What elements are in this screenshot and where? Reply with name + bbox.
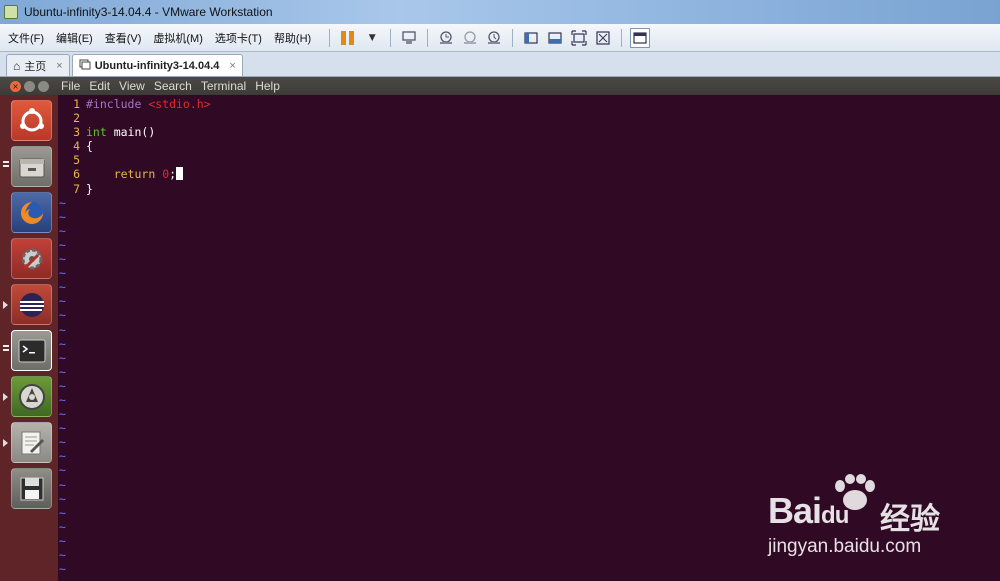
menu-toolbar: 文件(F) 编辑(E) 查看(V) 虚拟机(M) 选项卡(T) 帮助(H) ▼ [0,24,1000,52]
watermark-brand: Baidu [768,490,849,531]
menu-tabs[interactable]: 选项卡(T) [215,30,262,46]
code-line: 1 #include <stdio.h> [73,97,211,111]
vm-icon [79,58,91,73]
code-line: 2 [73,111,80,126]
text-editor-icon[interactable] [11,422,52,463]
vim-tilde-line: ~ [59,449,66,464]
sidebar-icon[interactable] [521,28,541,48]
running-indicator [3,393,8,401]
eclipse-icon[interactable] [11,284,52,325]
thumbnail-bar-icon[interactable] [545,28,565,48]
files-icon[interactable] [11,146,52,187]
code-line: 6 return 0; [58,167,1000,181]
terminal-menu-edit[interactable]: Edit [89,79,110,93]
vim-tilde-line: ~ [59,378,66,393]
window-title: Ubuntu-infinity3-14.04.4 - VMware Workst… [24,5,273,19]
ubuntu-dash-icon[interactable] [11,100,52,141]
code-line: 3 int main() [73,125,156,140]
vim-tilde-line: ~ [59,435,66,450]
vim-tilde-line: ~ [59,322,66,337]
toolbar-separator [329,28,331,47]
vim-tilde-line: ~ [59,195,66,210]
tab-strip: ⌂ 主页 × Ubuntu-infinity3-14.04.4 × [0,52,1000,77]
system-settings-icon[interactable] [11,238,52,279]
vim-tilde-line: ~ [59,294,66,309]
vim-tilde-line: ~ [59,421,66,436]
fullscreen-icon[interactable] [569,28,589,48]
vim-tilde-line: ~ [59,364,66,379]
terminal-menu-help[interactable]: Help [255,79,280,93]
toolbar-separator [427,28,429,47]
tab-ubuntu-vm[interactable]: Ubuntu-infinity3-14.04.4 × [71,54,243,76]
firefox-icon[interactable] [11,192,52,233]
code-line: 5 [73,153,80,168]
terminal-icon[interactable] [11,330,52,371]
window-close-icon[interactable]: × [10,80,21,92]
terminal-menubar: × File Edit View Search Terminal Help [0,77,1000,95]
revert-snapshot-icon[interactable] [460,28,480,48]
menu-view[interactable]: 查看(V) [105,30,142,46]
menu-file[interactable]: 文件(F) [8,30,44,46]
console-view-icon[interactable] [630,27,651,48]
terminal-menu-file[interactable]: File [61,79,80,93]
snapshot-manager-icon[interactable] [484,28,504,48]
text-cursor [176,167,184,181]
tab-home-label: 主页 [24,60,47,73]
menu-help[interactable]: 帮助(H) [274,30,311,46]
tab-home[interactable]: ⌂ 主页 × [6,54,70,76]
tab-ubuntu-vm-label: Ubuntu-infinity3-14.04.4 [94,59,220,72]
watermark-cn: 经验 [880,502,940,537]
window-titlebar: Ubuntu-infinity3-14.04.4 - VMware Workst… [0,0,1000,24]
snapshot-icon[interactable] [436,28,456,48]
toolbar-separator [512,28,514,47]
baidu-watermark: Baidu 经验 jingyan.baidu.com [768,470,988,565]
running-indicator [3,161,9,169]
unity-launcher [0,95,58,581]
software-updater-icon[interactable] [11,376,52,417]
vim-tilde-line: ~ [59,280,66,295]
vmware-app-icon [4,5,18,19]
toolbar-separator [390,28,392,47]
toolbar-separator [621,28,623,47]
window-minimize-icon[interactable] [24,80,35,92]
vim-tilde-line: ~ [59,392,66,407]
save-disk-icon[interactable] [11,468,52,509]
dropdown-icon[interactable]: ▼ [362,28,382,48]
menu-vm[interactable]: 虚拟机(M) [153,30,203,46]
home-icon: ⌂ [13,58,21,73]
vim-tilde-line: ~ [59,266,66,281]
terminal-menu-terminal[interactable]: Terminal [201,79,246,93]
send-ctrl-alt-del-icon[interactable] [399,28,419,48]
running-indicator [3,301,8,309]
vim-tilde-line: ~ [59,350,66,365]
vim-tilde-line: ~ [59,407,66,422]
code-line: 7} [73,181,93,196]
close-icon[interactable]: × [56,60,62,72]
watermark-url: jingyan.baidu.com [768,536,922,557]
menu-edit[interactable]: 编辑(E) [56,30,93,46]
unity-icon[interactable] [593,28,613,48]
vim-tilde-line: ~ [59,336,66,351]
running-indicator [3,345,9,353]
vim-tilde-line: ~ [59,237,66,252]
close-icon[interactable]: × [229,60,235,72]
code-line: 4{ [73,139,93,154]
terminal-menu-view[interactable]: View [119,79,145,93]
vim-tilde-line: ~ [59,209,66,224]
window-maximize-icon[interactable] [38,80,49,92]
vim-tilde-line: ~ [59,223,66,238]
terminal-menu-search[interactable]: Search [154,79,192,93]
running-indicator [3,439,8,447]
pause-icon[interactable] [338,28,358,48]
vim-tilde-line: ~ [59,308,66,323]
vim-tilde-line: ~ [59,252,66,267]
